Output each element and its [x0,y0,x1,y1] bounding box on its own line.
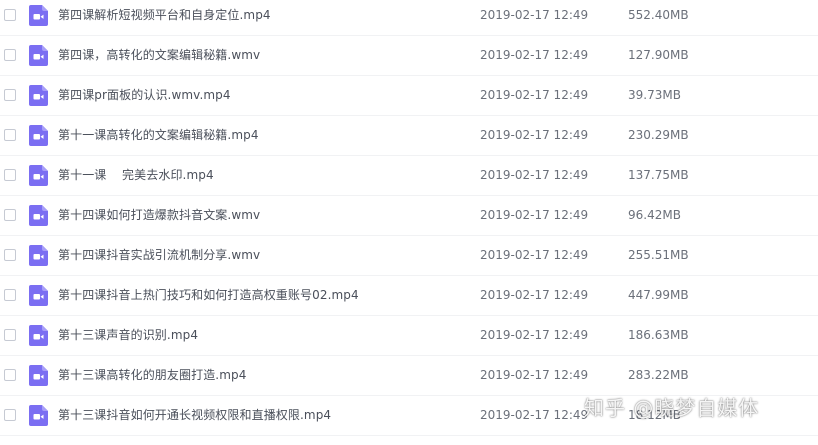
file-list: 第四课解析短视频平台和自身定位.mp4 2019-02-17 12:49 552… [0,0,818,436]
file-modified-date: 2019-02-17 12:49 [480,208,589,222]
file-size: 447.99MB [628,288,689,302]
row-checkbox[interactable] [4,209,16,221]
video-file-icon [29,365,48,386]
file-size: 96.42MB [628,208,681,222]
file-modified-date: 2019-02-17 12:49 [480,88,589,102]
file-name[interactable]: 第十四课如何打造爆款抖音文案.wmv [58,207,260,223]
file-row[interactable]: 第十三课声音的识别.mp4 2019-02-17 12:49 186.63MB [0,316,818,356]
row-checkbox[interactable] [4,129,16,141]
file-size: 137.75MB [628,168,689,182]
file-name[interactable]: 第十一课 完美去水印.mp4 [58,167,214,183]
file-row[interactable]: 第四课，高转化的文案编辑秘籍.wmv 2019-02-17 12:49 127.… [0,36,818,76]
file-size: 552.40MB [628,8,689,22]
file-name[interactable]: 第十四课抖音实战引流机制分享.wmv [58,247,260,263]
file-name[interactable]: 第四课，高转化的文案编辑秘籍.wmv [58,47,260,63]
file-modified-date: 2019-02-17 12:49 [480,328,589,342]
row-checkbox[interactable] [4,289,16,301]
row-checkbox[interactable] [4,169,16,181]
video-file-icon [29,5,48,26]
file-modified-date: 2019-02-17 12:49 [480,168,589,182]
file-name[interactable]: 第四课解析短视频平台和自身定位.mp4 [58,7,271,23]
file-size: 186.63MB [628,328,689,342]
file-name[interactable]: 第十三课声音的识别.mp4 [58,327,198,343]
file-modified-date: 2019-02-17 12:49 [480,248,589,262]
file-row[interactable]: 第十四课抖音实战引流机制分享.wmv 2019-02-17 12:49 255.… [0,236,818,276]
video-file-icon [29,405,48,426]
file-size: 127.90MB [628,48,689,62]
file-row[interactable]: 第十一课 完美去水印.mp4 2019-02-17 12:49 137.75MB [0,156,818,196]
video-file-icon [29,245,48,266]
file-row[interactable]: 第十四课如何打造爆款抖音文案.wmv 2019-02-17 12:49 96.4… [0,196,818,236]
file-row[interactable]: 第十四课抖音上热门技巧和如何打造高权重账号02.mp4 2019-02-17 1… [0,276,818,316]
video-file-icon [29,165,48,186]
row-checkbox[interactable] [4,329,16,341]
row-checkbox[interactable] [4,49,16,61]
video-file-icon [29,45,48,66]
row-checkbox[interactable] [4,9,16,21]
video-file-icon [29,285,48,306]
file-modified-date: 2019-02-17 12:49 [480,288,589,302]
row-checkbox[interactable] [4,369,16,381]
file-modified-date: 2019-02-17 12:49 [480,48,589,62]
file-modified-date: 2019-02-17 12:49 [480,408,589,422]
file-row[interactable]: 第四课解析短视频平台和自身定位.mp4 2019-02-17 12:49 552… [0,0,818,36]
file-modified-date: 2019-02-17 12:49 [480,368,589,382]
file-row[interactable]: 第四课pr面板的认识.wmv.mp4 2019-02-17 12:49 39.7… [0,76,818,116]
file-size: 230.29MB [628,128,689,142]
video-file-icon [29,205,48,226]
row-checkbox[interactable] [4,89,16,101]
file-size: 39.73MB [628,88,681,102]
file-name[interactable]: 第十三课抖音如何开通长视频权限和直播权限.mp4 [58,407,331,423]
file-row[interactable]: 第十三课高转化的朋友圈打造.mp4 2019-02-17 12:49 283.2… [0,356,818,396]
file-name[interactable]: 第十一课高转化的文案编辑秘籍.mp4 [58,127,259,143]
file-size: 283.22MB [628,368,689,382]
video-file-icon [29,85,48,106]
file-name[interactable]: 第十四课抖音上热门技巧和如何打造高权重账号02.mp4 [58,287,359,303]
row-checkbox[interactable] [4,249,16,261]
file-modified-date: 2019-02-17 12:49 [480,8,589,22]
file-row[interactable]: 第十一课高转化的文案编辑秘籍.mp4 2019-02-17 12:49 230.… [0,116,818,156]
zhihu-watermark: 知乎 @晓梦自媒体 [584,396,760,420]
file-size: 255.51MB [628,248,689,262]
file-modified-date: 2019-02-17 12:49 [480,128,589,142]
file-name[interactable]: 第十三课高转化的朋友圈打造.mp4 [58,367,246,383]
row-checkbox[interactable] [4,409,16,421]
file-name[interactable]: 第四课pr面板的认识.wmv.mp4 [58,87,231,103]
video-file-icon [29,125,48,146]
video-file-icon [29,325,48,346]
